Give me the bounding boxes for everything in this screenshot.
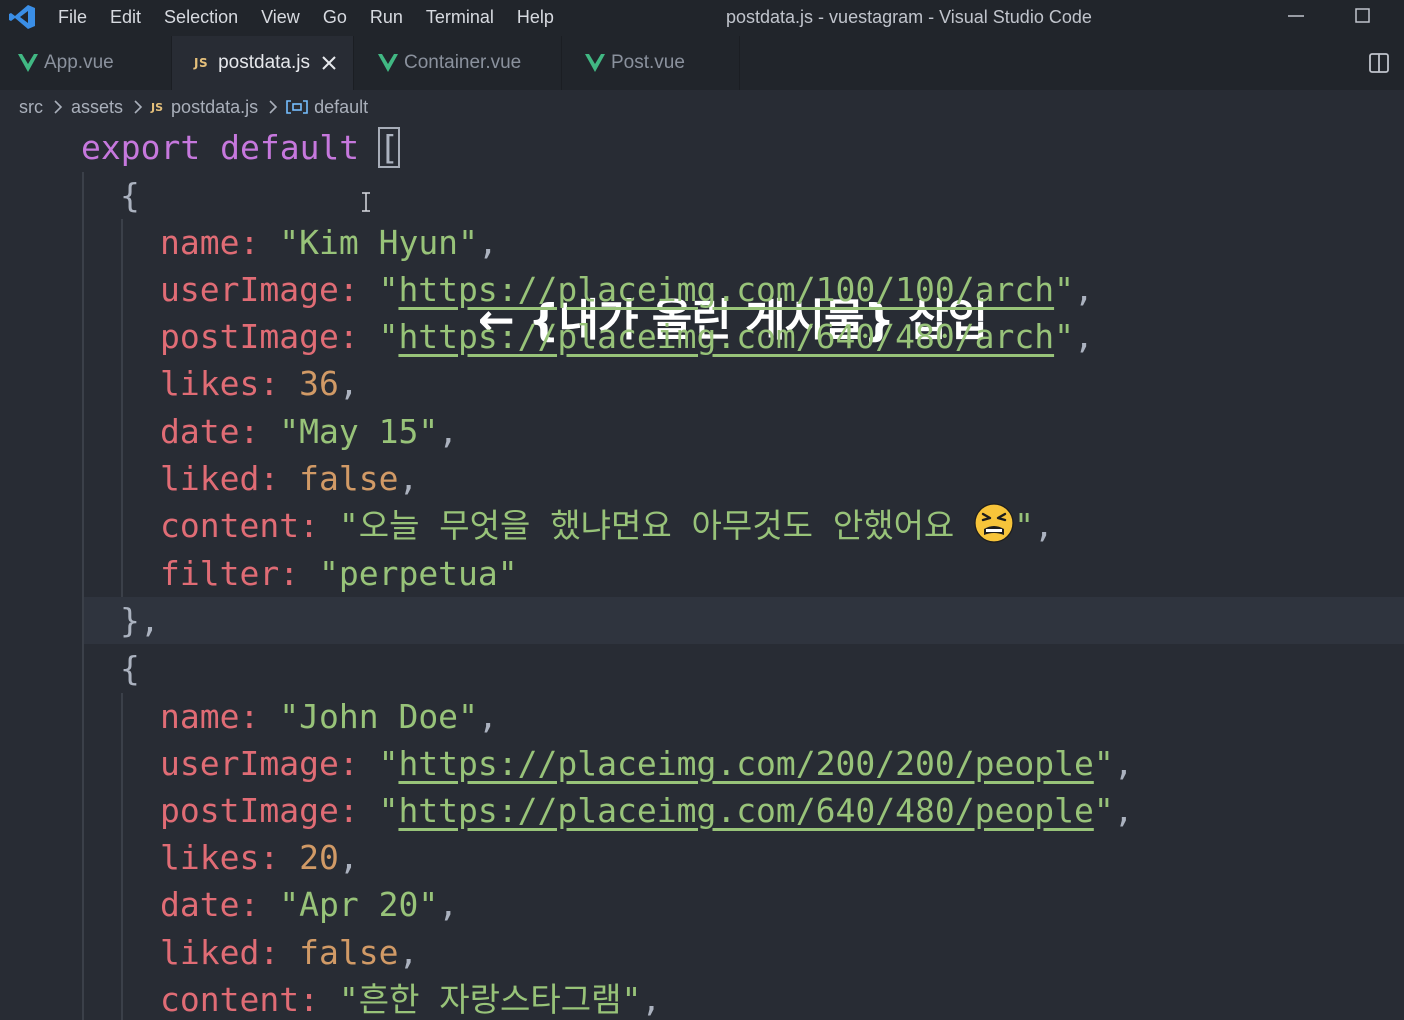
close-icon[interactable] [322,56,336,70]
indent-guide [121,219,123,597]
property-key: liked [160,933,260,972]
property-key: postImage [160,317,339,356]
symbol-variable-icon [286,100,308,114]
tab-label: App.vue [44,52,114,73]
url-link[interactable]: https://placeimg.com/640/480/people [398,791,1093,830]
tired-face-emoji-icon [974,503,1014,543]
breadcrumb-symbol[interactable]: default [314,97,368,118]
number-value: 36 [299,364,339,403]
string-value: Kim Hyun [299,223,459,262]
number-value: 20 [299,838,339,877]
property-key: liked [160,459,260,498]
code-line: export default [ [81,124,400,171]
breadcrumb-src[interactable]: src [19,97,43,118]
vscode-logo-icon [9,5,35,29]
maximize-icon[interactable] [1338,0,1386,34]
breadcrumb: src assets JS postdata.js default [0,90,1404,124]
property-key: filter [160,554,280,593]
code-line: { [120,649,140,688]
code-line: }, [120,601,160,640]
code-line: userImage: "https://placeimg.com/100/100… [160,270,1094,309]
open-bracket: [ [378,127,400,168]
current-line-highlight [82,597,1404,644]
split-editor-icon[interactable] [1368,52,1390,74]
menu-selection[interactable]: Selection [164,0,238,36]
property-key: name [160,697,240,736]
menu-bar: File Edit Selection View Go Run Terminal… [58,0,577,36]
code-line: content: "흔한 자랑스타그램", [160,980,662,1019]
url-link[interactable]: https://placeimg.com/200/200/people [398,744,1093,783]
keyword-default: default [220,128,360,167]
boolean-value: false [299,459,399,498]
property-key: name [160,223,240,262]
code-line: userImage: "https://placeimg.com/200/200… [160,744,1134,783]
menu-edit[interactable]: Edit [110,0,141,36]
code-line: liked: false, [160,933,419,972]
keyword-export: export [81,128,201,167]
code-line: name: "John Doe", [160,697,498,736]
text-cursor-icon [362,192,370,212]
string-value: 오늘 무엇을 했냐면요 아무것도 안했어요 [358,506,975,545]
breadcrumb-assets[interactable]: assets [71,97,123,118]
tab-postdata-js[interactable]: JS postdata.js [172,36,354,90]
string-value: perpetua [338,554,498,593]
code-editor[interactable]: export default [ ← {내가 올린 게시물} 삽입 { name… [0,124,1404,1020]
code-line: content: "오늘 무엇을 했냐면요 아무것도 안했어요 ", [160,502,1054,549]
code-line: date: "May 15", [160,412,459,451]
property-key: likes [160,838,260,877]
property-key: content [160,506,300,545]
minimize-icon[interactable] [1272,0,1320,34]
window-title: postdata.js - vuestagram - Visual Studio… [726,7,1092,27]
tab-label: Post.vue [611,52,685,73]
string-value: Apr 20 [299,885,419,924]
url-link[interactable]: https://placeimg.com/100/100/arch [398,270,1054,309]
string-value: May 15 [299,412,419,451]
chevron-right-icon [54,100,63,114]
string-value: 흔한 자랑스타그램 [358,980,622,1019]
code-line: date: "Apr 20", [160,885,459,924]
property-key: postImage [160,791,339,830]
code-line: liked: false, [160,459,419,498]
tab-label: Container.vue [404,52,522,73]
code-line: postImage: "https://placeimg.com/640/480… [160,317,1094,356]
indent-guide [82,172,84,1020]
tab-container-vue[interactable]: Container.vue [354,36,562,90]
property-key: userImage [160,744,339,783]
property-key: userImage [160,270,339,309]
chevron-right-icon [134,100,143,114]
menu-terminal[interactable]: Terminal [426,0,494,36]
code-line: likes: 20, [160,838,359,877]
vue-icon [585,54,605,72]
tab-bar: App.vue JS postdata.js Container.vue Pos… [0,36,1404,90]
menu-help[interactable]: Help [517,0,554,36]
url-link[interactable]: https://placeimg.com/640/480/arch [398,317,1054,356]
property-key: date [160,885,240,924]
vue-icon [378,54,398,72]
code-line: postImage: "https://placeimg.com/640/480… [160,791,1134,830]
tab-app-vue[interactable]: App.vue [0,36,172,90]
property-key: date [160,412,240,451]
chevron-right-icon [269,100,278,114]
js-icon: JS [151,100,164,114]
tab-post-vue[interactable]: Post.vue [562,36,740,90]
menu-view[interactable]: View [261,0,300,36]
code-line: filter: "perpetua" [160,554,518,593]
js-icon: JS [194,56,209,70]
code-line: { [120,176,140,215]
vue-icon [18,54,38,72]
menu-go[interactable]: Go [323,0,347,36]
indent-guide [121,693,123,1020]
boolean-value: false [299,933,399,972]
breadcrumb-file[interactable]: postdata.js [171,97,258,118]
string-value: John Doe [299,697,459,736]
property-key: content [160,980,300,1019]
code-line: likes: 36, [160,364,359,403]
property-key: likes [160,364,260,403]
tab-label: postdata.js [218,52,311,73]
menu-file[interactable]: File [58,0,87,36]
code-line: name: "Kim Hyun", [160,223,498,262]
title-bar: File Edit Selection View Go Run Terminal… [0,0,1404,36]
menu-run[interactable]: Run [370,0,403,36]
